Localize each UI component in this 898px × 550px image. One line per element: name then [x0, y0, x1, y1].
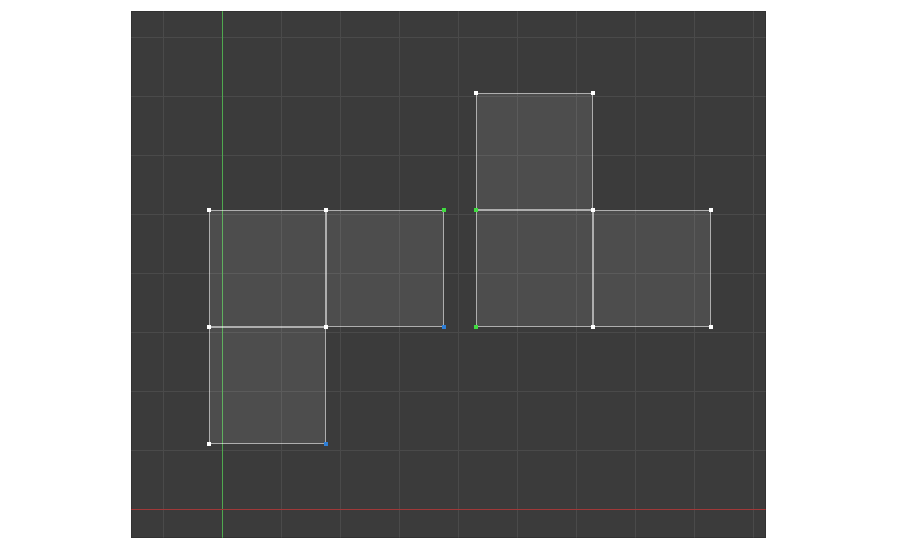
uv-face[interactable]: [326, 210, 444, 327]
uv-face[interactable]: [209, 327, 326, 444]
grid-line: [131, 155, 766, 156]
uv-vertex[interactable]: [324, 208, 328, 212]
uv-editor-viewport[interactable]: [131, 11, 766, 538]
uv-vertex[interactable]: [591, 325, 595, 329]
grid-line: [131, 96, 766, 97]
uv-face[interactable]: [476, 210, 593, 327]
uv-vertex[interactable]: [207, 442, 211, 446]
grid-line: [458, 11, 459, 538]
uv-vertex[interactable]: [207, 325, 211, 329]
uv-face[interactable]: [209, 210, 326, 327]
uv-face[interactable]: [476, 93, 593, 210]
grid-line: [131, 37, 766, 38]
grid-line: [163, 11, 164, 538]
uv-vertex[interactable]: [591, 91, 595, 95]
uv-vertex[interactable]: [474, 91, 478, 95]
uv-vertex[interactable]: [324, 325, 328, 329]
uv-vertex[interactable]: [709, 208, 713, 212]
uv-vertex[interactable]: [324, 442, 328, 446]
uv-vertex[interactable]: [442, 208, 446, 212]
uv-vertex[interactable]: [709, 325, 713, 329]
grid-line: [753, 11, 754, 538]
uv-vertex[interactable]: [474, 325, 478, 329]
uv-vertex[interactable]: [474, 208, 478, 212]
axis-x: [131, 509, 766, 510]
uv-vertex[interactable]: [207, 208, 211, 212]
uv-vertex[interactable]: [591, 208, 595, 212]
uv-vertex[interactable]: [442, 325, 446, 329]
grid-line: [131, 450, 766, 451]
uv-face[interactable]: [593, 210, 711, 327]
